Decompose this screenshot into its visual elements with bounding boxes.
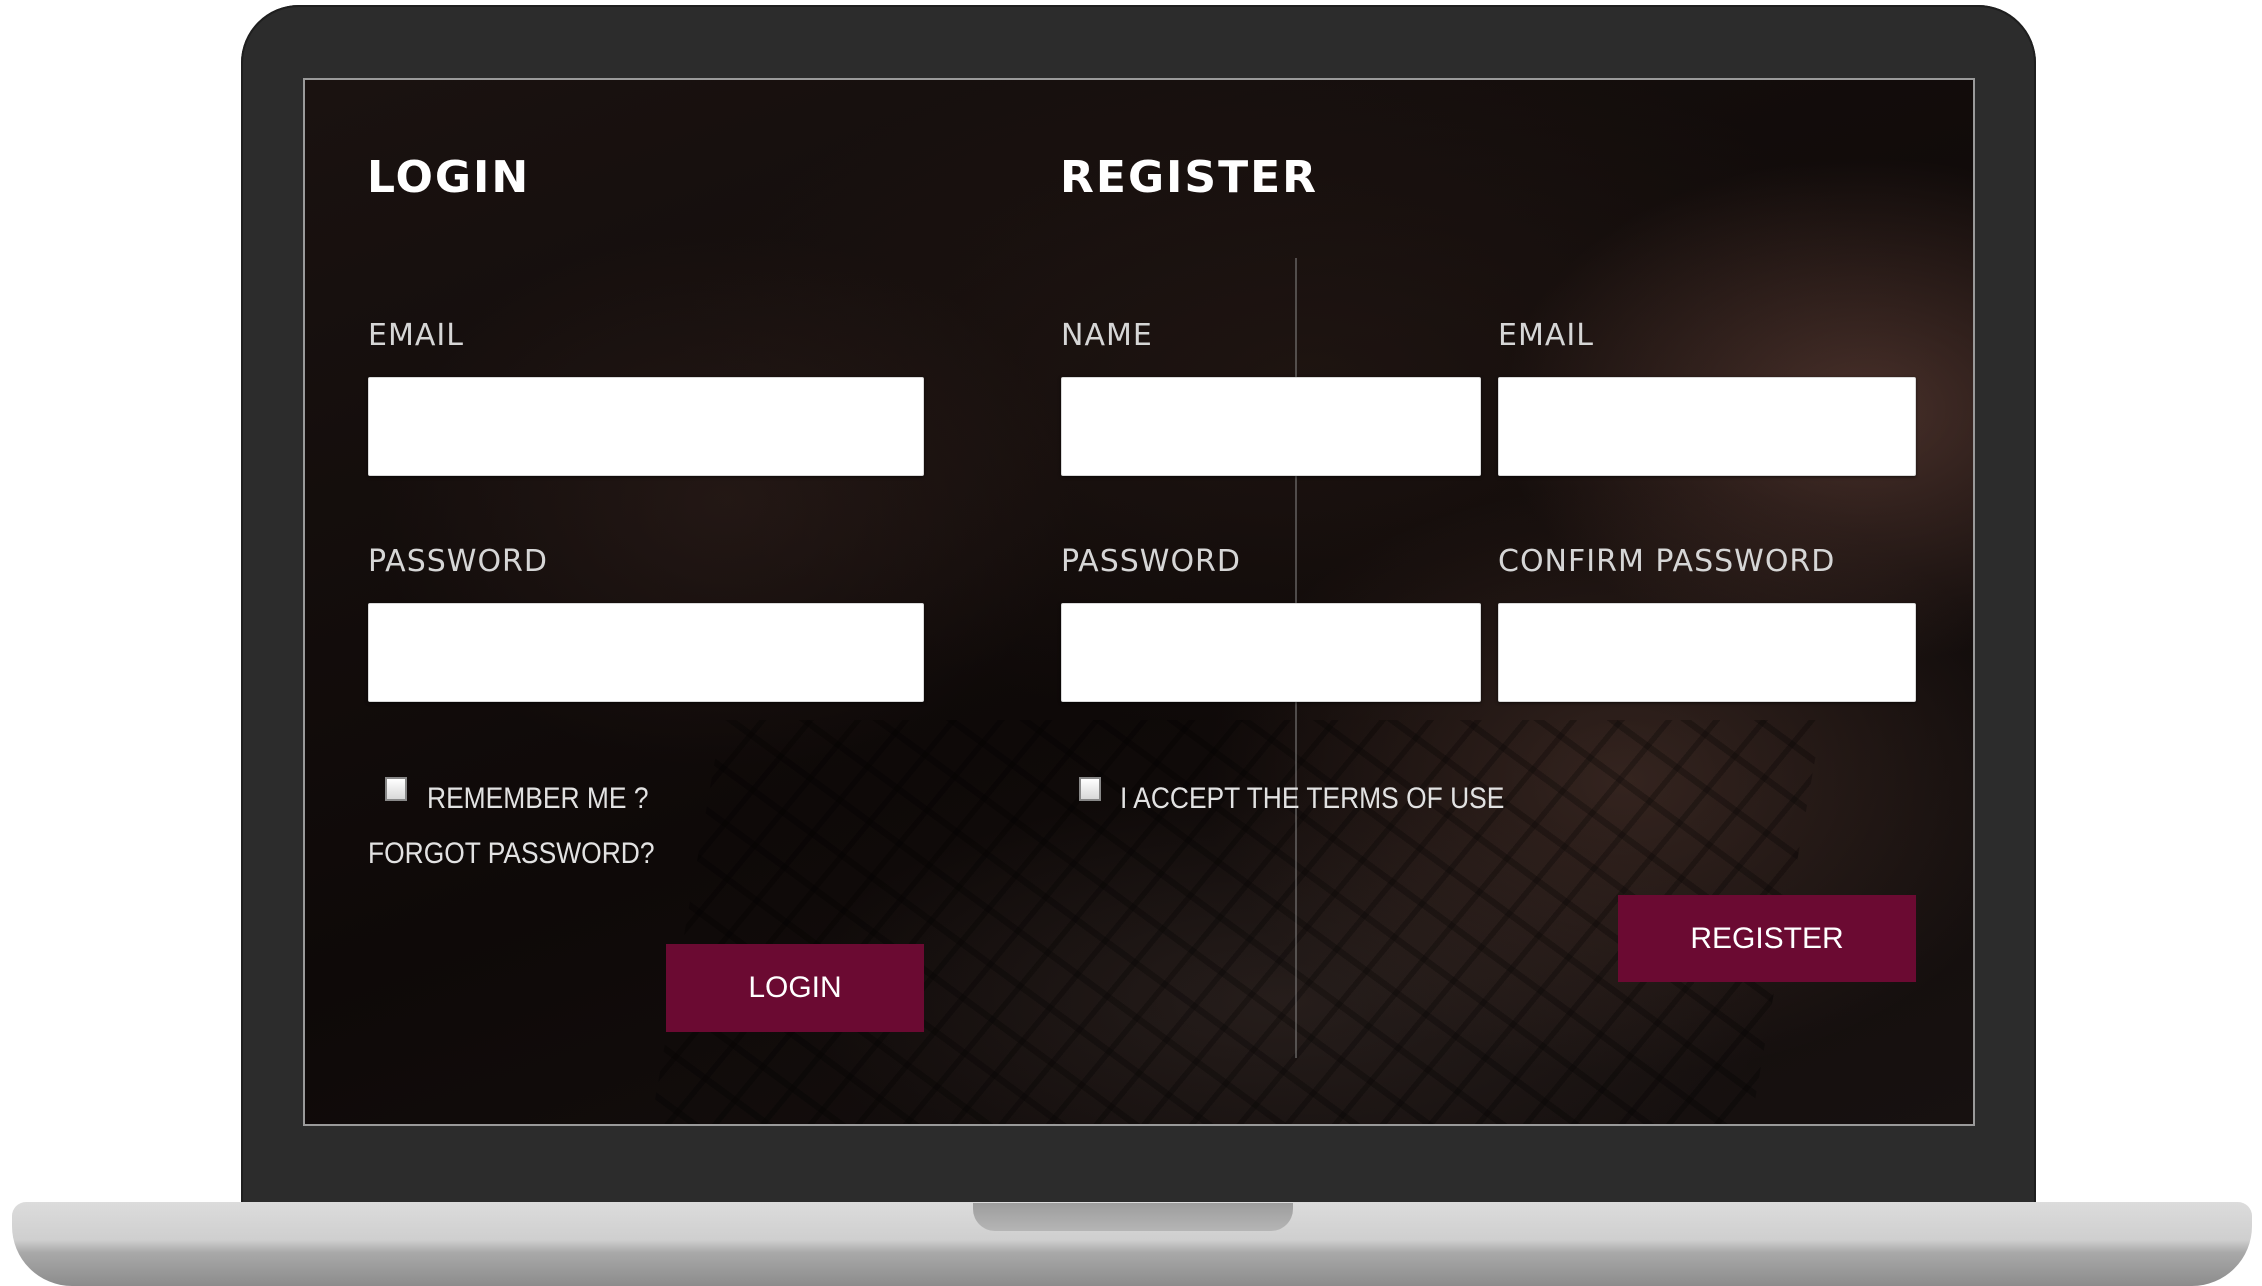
register-password-label: PASSWORD bbox=[1061, 544, 1242, 579]
remember-me-label: REMEMBER ME ? bbox=[427, 782, 649, 815]
page: LOGIN EMAIL PASSWORD REMEMBER ME ? FORGO… bbox=[0, 0, 2262, 1286]
register-name-label: NAME bbox=[1061, 318, 1153, 353]
remember-me-checkbox[interactable] bbox=[385, 777, 407, 801]
laptop-hinge-notch bbox=[973, 1203, 1293, 1231]
accept-terms-checkbox[interactable] bbox=[1079, 777, 1101, 801]
register-password-input[interactable] bbox=[1061, 603, 1481, 702]
login-password-label: PASSWORD bbox=[368, 544, 549, 579]
login-email-label: EMAIL bbox=[368, 318, 464, 353]
laptop-screen: LOGIN EMAIL PASSWORD REMEMBER ME ? FORGO… bbox=[303, 78, 1975, 1126]
register-confirm-password-input[interactable] bbox=[1498, 603, 1916, 702]
register-email-input[interactable] bbox=[1498, 377, 1916, 476]
login-heading: LOGIN bbox=[367, 152, 531, 203]
login-button[interactable]: LOGIN bbox=[666, 944, 924, 1032]
register-heading: REGISTER bbox=[1060, 152, 1319, 203]
register-confirm-password-label: CONFIRM PASSWORD bbox=[1498, 544, 1836, 579]
forgot-password-link[interactable]: FORGOT PASSWORD? bbox=[368, 837, 655, 871]
login-email-input[interactable] bbox=[368, 377, 924, 476]
register-button[interactable]: REGISTER bbox=[1618, 895, 1916, 982]
register-name-input[interactable] bbox=[1061, 377, 1481, 476]
login-password-input[interactable] bbox=[368, 603, 924, 702]
register-email-label: EMAIL bbox=[1498, 318, 1594, 353]
accept-terms-label: I ACCEPT THE TERMS OF USE bbox=[1120, 782, 1505, 815]
